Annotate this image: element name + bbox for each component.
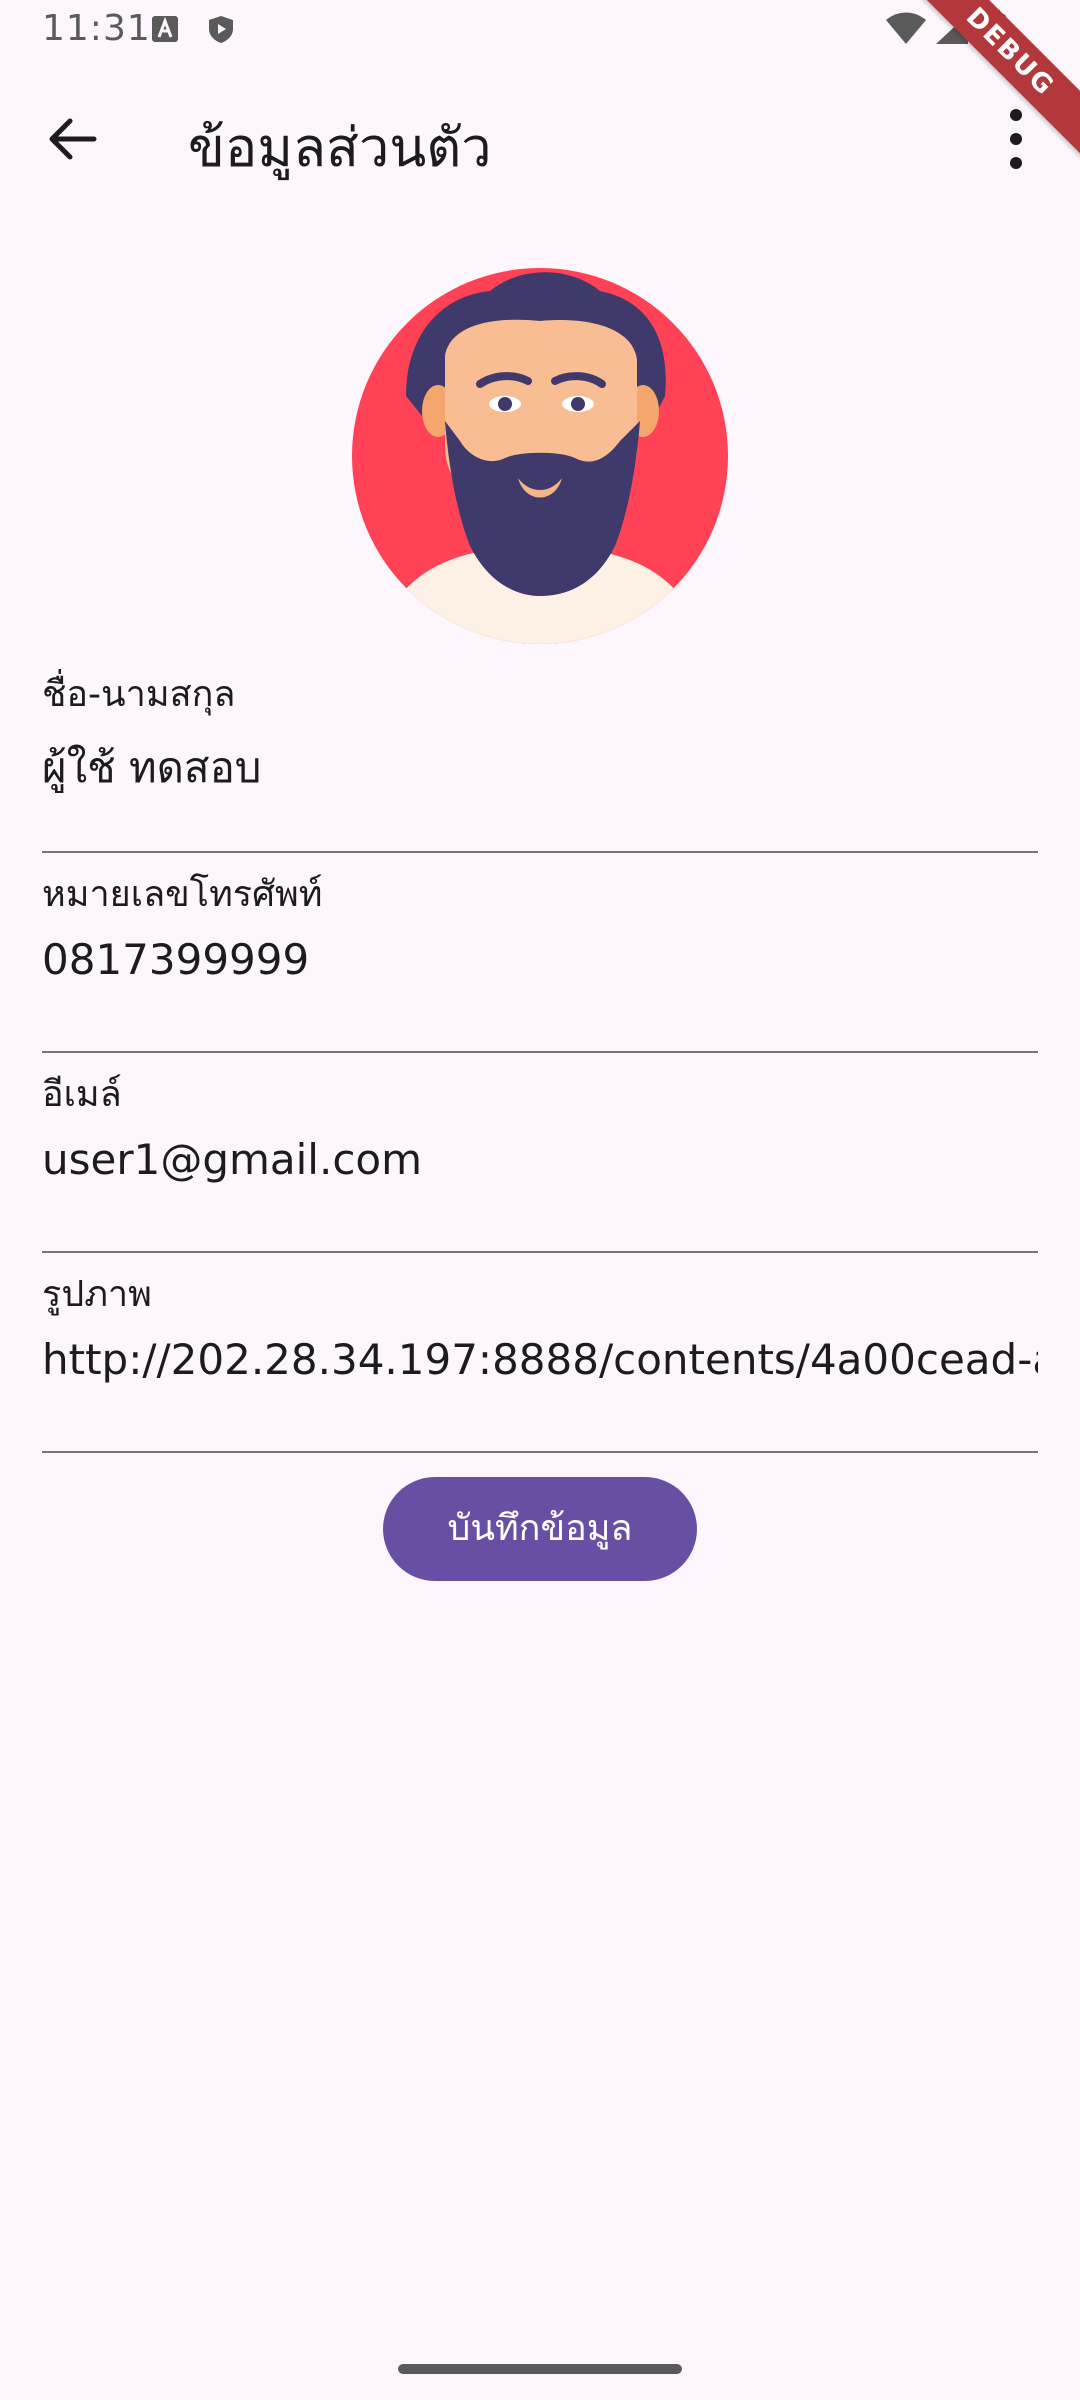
status-time: 11:31: [42, 8, 151, 49]
arrow-left-icon[interactable]: [30, 97, 114, 181]
name-field[interactable]: ชื่อ-นามสกุล ผู้ใช้ ทดสอบ: [42, 655, 1038, 853]
image-url-label: รูปภาพ: [42, 1274, 152, 1315]
email-label: อีเมล์: [42, 1074, 122, 1115]
avatar: [352, 268, 728, 644]
phone-input[interactable]: 0817399999: [42, 935, 1038, 984]
font-a-icon: [152, 16, 178, 42]
image-url-underline: [42, 1451, 1038, 1453]
app-bar: ข้อมูลส่วนตัว: [0, 62, 1080, 212]
more-vert-icon[interactable]: [980, 99, 1052, 179]
name-label: ชื่อ-นามสกุล: [42, 674, 236, 715]
page-title: ข้อมูลส่วนตัว: [188, 116, 492, 179]
status-bar: 11:31: [0, 0, 1080, 62]
gesture-nav-handle[interactable]: [398, 2364, 682, 2374]
email-input[interactable]: user1@gmail.com: [42, 1135, 1038, 1184]
phone-label: หมายเลขโทรศัพท์: [42, 874, 323, 915]
shield-play-icon: [209, 16, 233, 43]
image-url-field[interactable]: รูปภาพ http://202.28.34.197:8888/content…: [42, 1255, 1038, 1453]
name-input[interactable]: ผู้ใช้ ทดสอบ: [42, 735, 1038, 801]
name-underline: [42, 851, 1038, 853]
email-field[interactable]: อีเมล์ user1@gmail.com: [42, 1055, 1038, 1253]
image-url-input[interactable]: http://202.28.34.197:8888/contents/4a00c…: [42, 1335, 1038, 1384]
email-underline: [42, 1251, 1038, 1253]
phone-underline: [42, 1051, 1038, 1053]
save-button[interactable]: บันทึกข้อมูล: [383, 1477, 697, 1581]
phone-field[interactable]: หมายเลขโทรศัพท์ 0817399999: [42, 855, 1038, 1053]
screen: 11:31 DEBUG ข้อมูลส่วนตัว ชื่อ-นามสกุล ผ…: [0, 0, 1080, 2400]
wifi-icon: [886, 12, 926, 44]
